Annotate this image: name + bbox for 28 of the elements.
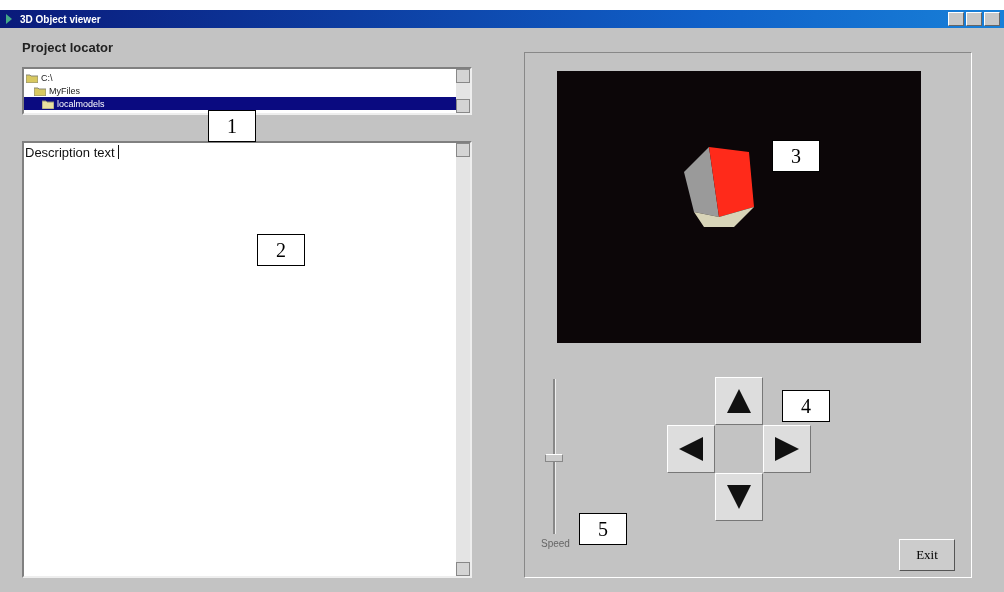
- maximize-button[interactable]: [966, 12, 982, 26]
- callout-label: 1: [208, 110, 256, 142]
- up-button[interactable]: [715, 377, 763, 425]
- tree-item[interactable]: C:\: [24, 71, 456, 84]
- callout-label: 4: [782, 390, 830, 422]
- arrow-up-icon: [725, 387, 753, 415]
- callout-label: 3: [772, 140, 820, 172]
- arrow-down-icon: [725, 483, 753, 511]
- minimize-button[interactable]: [948, 12, 964, 26]
- right-button[interactable]: [763, 425, 811, 473]
- down-button[interactable]: [715, 473, 763, 521]
- section-heading: Project locator: [22, 40, 115, 55]
- arrow-right-icon: [773, 435, 801, 463]
- folder-icon: [26, 72, 38, 83]
- app-icon: [4, 13, 14, 25]
- tree-item[interactable]: localmodels: [24, 97, 456, 110]
- left-button[interactable]: [667, 425, 715, 473]
- exit-button[interactable]: Exit: [899, 539, 955, 571]
- callout-label: 5: [579, 513, 627, 545]
- text-cursor: [117, 145, 119, 159]
- window-title: 3D Object viewer: [20, 13, 101, 25]
- folder-icon: [42, 98, 54, 109]
- tree-item[interactable]: MyFiles: [24, 84, 456, 97]
- description-text: Description text: [25, 145, 115, 160]
- close-button[interactable]: [984, 12, 1000, 26]
- arrow-left-icon: [677, 435, 705, 463]
- callout-label: 2: [257, 234, 305, 266]
- speed-label: Speed: [541, 538, 570, 549]
